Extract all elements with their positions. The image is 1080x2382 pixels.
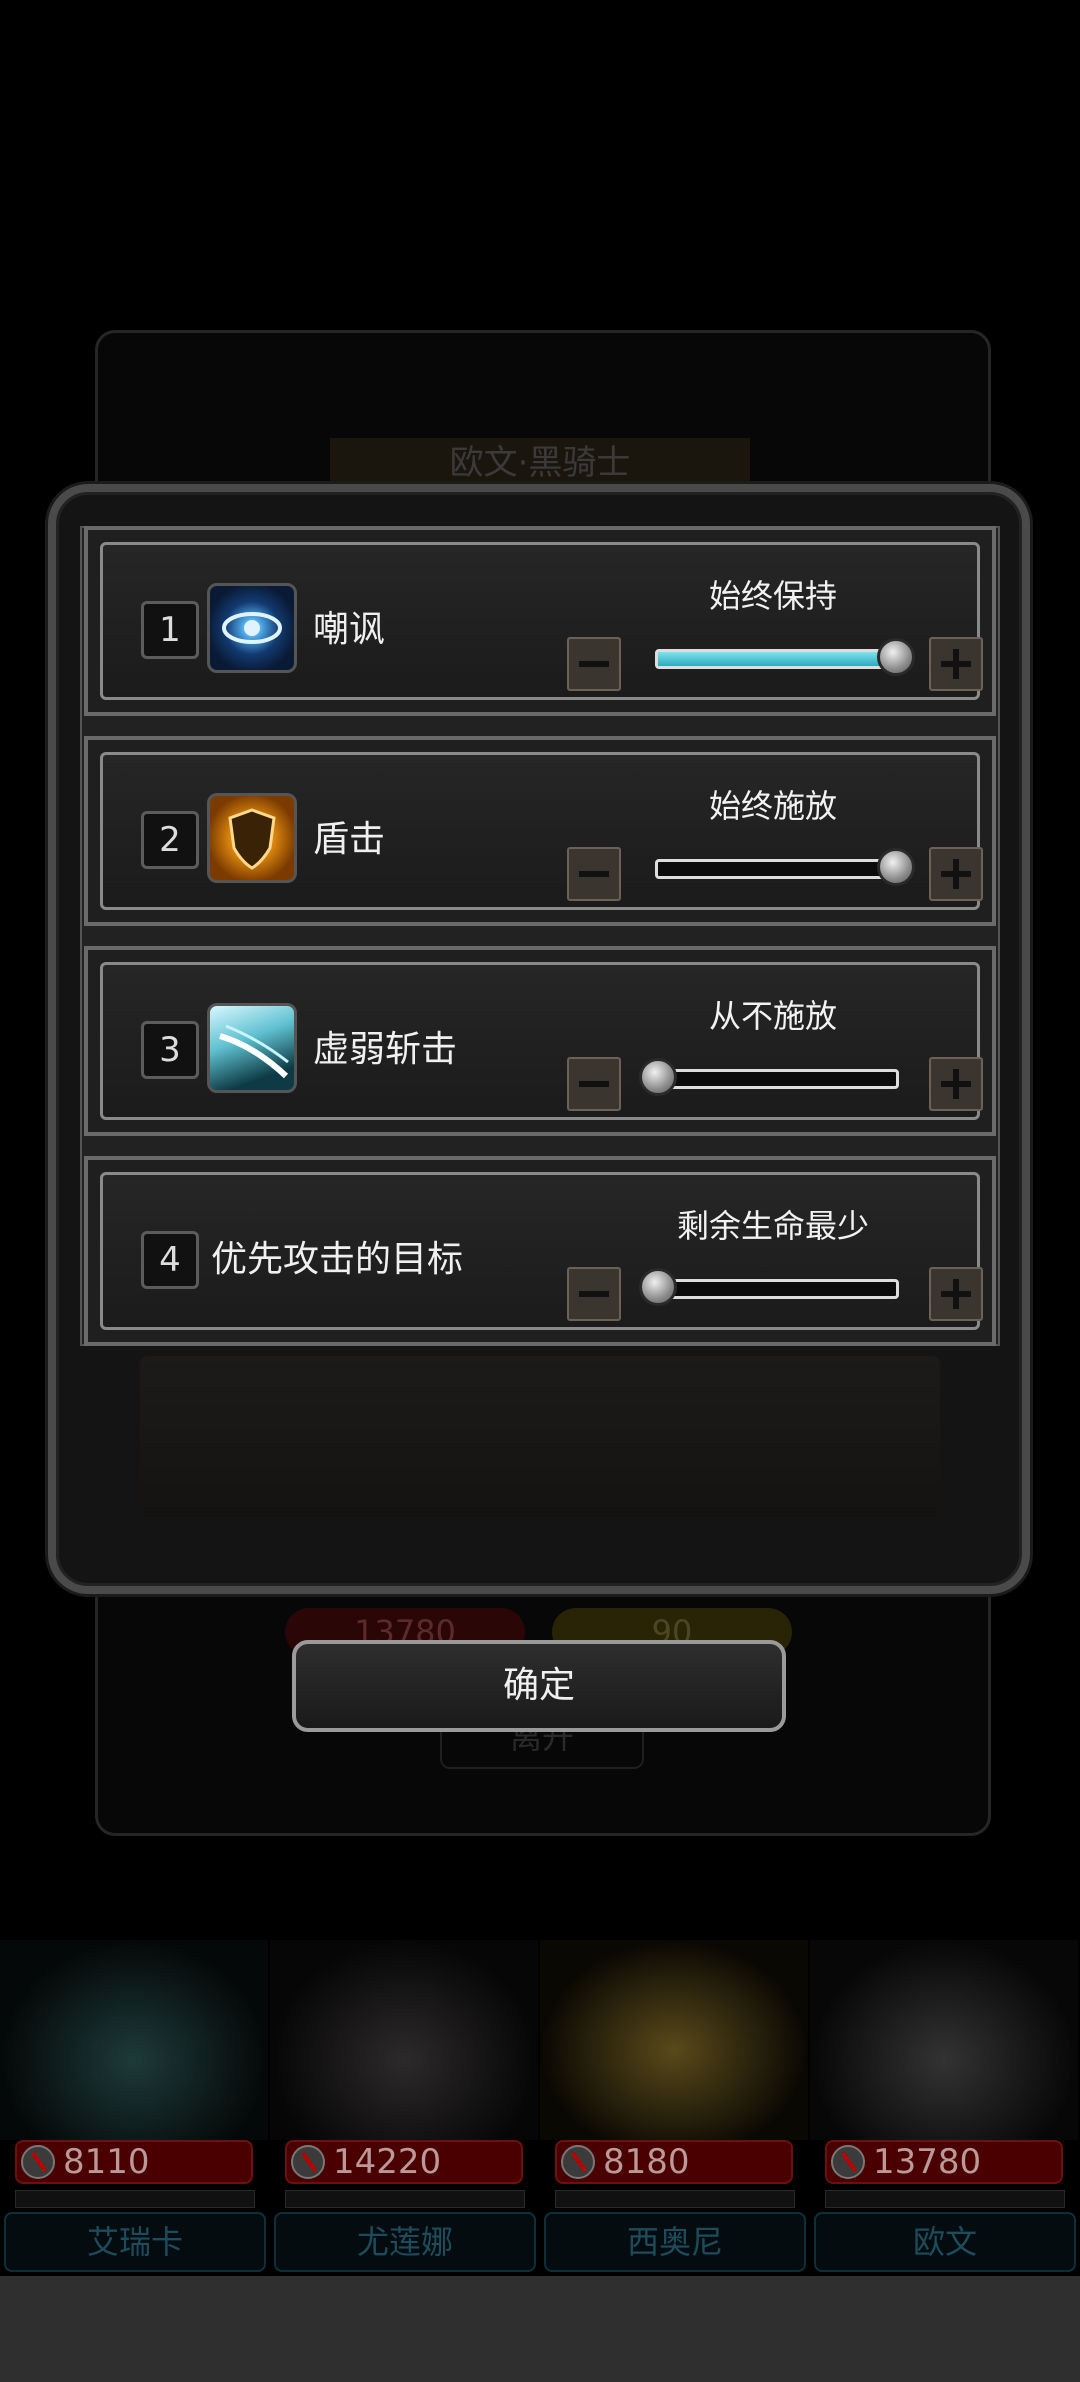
sword-icon: [21, 2145, 55, 2179]
hero-hp-bar: 14220: [285, 2140, 523, 2184]
confirm-button[interactable]: 确定: [292, 1640, 786, 1732]
hero-hp-bar: 8180: [555, 2140, 793, 2184]
slider-knob[interactable]: [639, 1058, 677, 1096]
row-number: 1: [141, 601, 199, 659]
cast-mode-slider[interactable]: [639, 1058, 899, 1096]
hero-name-tab[interactable]: 西奥尼: [544, 2212, 806, 2272]
hero-energy-bar: [825, 2190, 1065, 2208]
hero-hp-bar: 13780: [825, 2140, 1063, 2184]
skill-name: 虚弱斩击: [313, 1029, 458, 1070]
row-number: 2: [141, 811, 199, 869]
row-number: 4: [141, 1231, 199, 1289]
slider-knob[interactable]: [877, 848, 915, 886]
shield-icon: [207, 793, 297, 883]
target-mode-label: 剩余生命最少: [676, 1207, 869, 1245]
slider-knob[interactable]: [877, 638, 915, 676]
sword-icon: [561, 2145, 595, 2179]
target-priority-label: 优先攻击的目标: [211, 1239, 464, 1280]
hero-name-tab[interactable]: 艾瑞卡: [4, 2212, 266, 2272]
hero-portrait[interactable]: [540, 1940, 808, 2140]
hero-energy-bar: [15, 2190, 255, 2208]
background-hero-title: 欧文·黑骑士: [330, 438, 750, 488]
hero-name-tab[interactable]: 欧文: [814, 2212, 1076, 2272]
hero-portrait[interactable]: [810, 1940, 1078, 2140]
hero-name-tab[interactable]: 尤莲娜: [274, 2212, 536, 2272]
hero-portrait[interactable]: [270, 1940, 538, 2140]
slider-fill: [658, 652, 896, 666]
decrease-button[interactable]: [567, 1267, 621, 1321]
decrease-button[interactable]: [567, 637, 621, 691]
slider-knob[interactable]: [639, 1268, 677, 1306]
cast-mode-slider[interactable]: [655, 638, 915, 676]
cast-mode-label: 始终施放: [708, 787, 837, 825]
slash-icon: [207, 1003, 297, 1093]
dialog-empty-area: [140, 1356, 940, 1516]
row-number: 3: [141, 1021, 199, 1079]
hero-hp-bar: 8110: [15, 2140, 253, 2184]
cast-mode-label: 始终保持: [708, 577, 837, 615]
skill-row: 2 盾击 始终施放: [84, 736, 996, 926]
skill-row: 3 虚弱斩击 从不施放: [84, 946, 996, 1136]
decrease-button[interactable]: [567, 847, 621, 901]
skill-name: 盾击: [313, 819, 386, 860]
target-mode-slider[interactable]: [639, 1268, 899, 1306]
cast-mode-slider[interactable]: [655, 848, 915, 886]
increase-button[interactable]: [929, 637, 983, 691]
cast-mode-label: 从不施放: [708, 997, 837, 1035]
eye-icon: [207, 583, 297, 673]
increase-button[interactable]: [929, 847, 983, 901]
skill-name: 嘲讽: [313, 609, 386, 650]
target-priority-row: 4 优先攻击的目标 剩余生命最少: [84, 1156, 996, 1346]
increase-button[interactable]: [929, 1057, 983, 1111]
hero-energy-bar: [555, 2190, 795, 2208]
ground-floor: [0, 2276, 1080, 2382]
increase-button[interactable]: [929, 1267, 983, 1321]
hero-portrait[interactable]: [0, 1940, 268, 2140]
decrease-button[interactable]: [567, 1057, 621, 1111]
hero-energy-bar: [285, 2190, 525, 2208]
sword-icon: [831, 2145, 865, 2179]
sword-icon: [291, 2145, 325, 2179]
skill-row: 1 嘲讽 始终保持: [84, 526, 996, 716]
